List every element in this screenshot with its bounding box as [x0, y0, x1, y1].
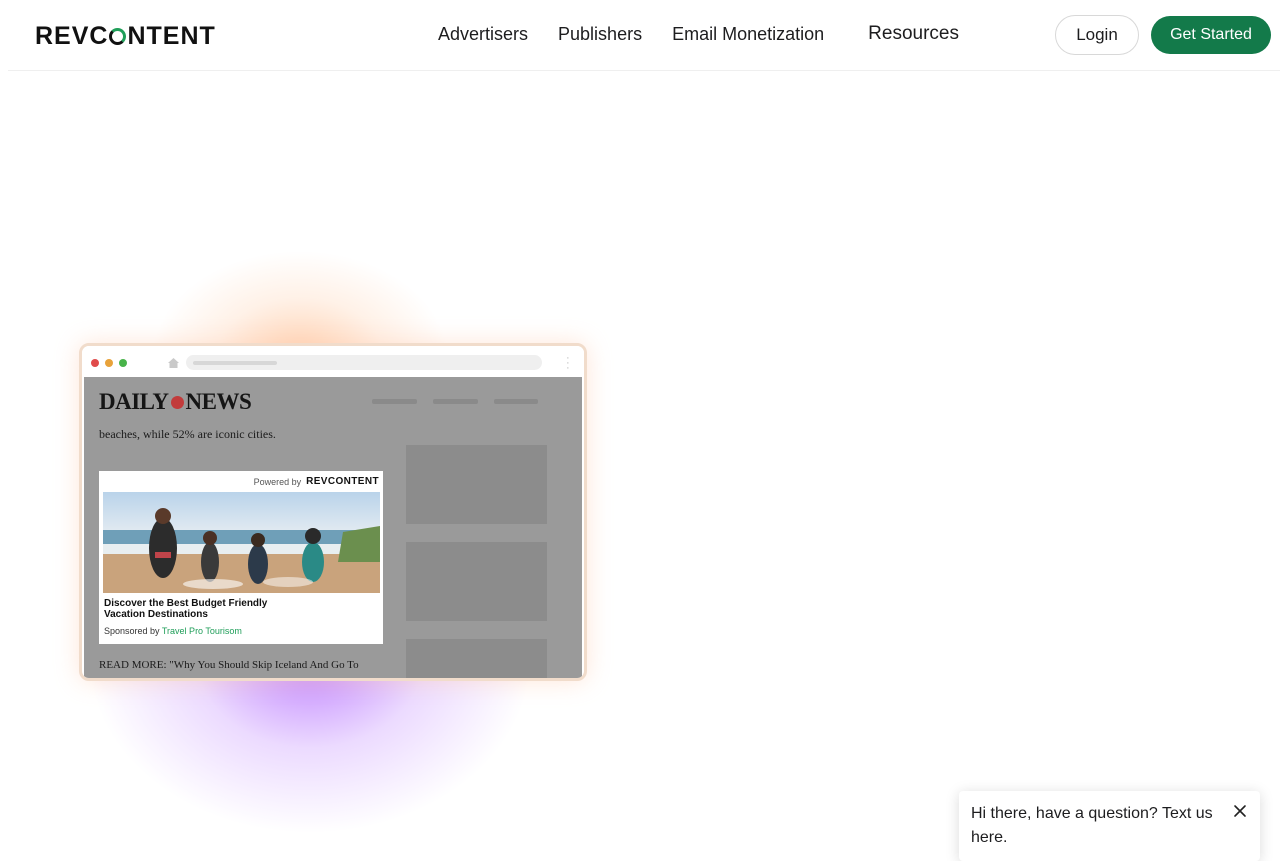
url-bar	[186, 355, 542, 370]
article-snippet: beaches, while 52% are iconic cities.	[99, 427, 276, 441]
logo-text-left: REVC	[35, 22, 109, 50]
more-options-icon: · · ·	[566, 352, 570, 374]
browser-toolbar: · · ·	[82, 346, 584, 377]
menu-placeholder-1	[372, 399, 417, 404]
powered-by-brand: REVCONTENT	[306, 476, 379, 487]
ad-sponsor: Sponsored by Travel Pro Tourisom	[104, 626, 242, 636]
close-icon[interactable]	[1232, 803, 1248, 819]
home-icon	[168, 358, 179, 368]
nav-advertisers[interactable]: Advertisers	[438, 24, 528, 45]
window-close-dot	[91, 359, 99, 367]
logo-text-right: NTENT	[127, 22, 216, 50]
chat-message[interactable]: Hi there, have a question? Text us here.	[971, 802, 1221, 850]
ad-headline: Discover the Best Budget Friendly Vacati…	[104, 598, 268, 620]
sponsored-ad-card: Powered by REVCONTENT Discover the Best …	[99, 471, 383, 644]
daily-news-logo: DAILY NEWS	[99, 389, 252, 415]
login-button[interactable]: Login	[1055, 15, 1139, 55]
nav-publishers[interactable]: Publishers	[558, 24, 642, 45]
menu-placeholder-3	[494, 399, 538, 404]
sidebar-ad-placeholder-1	[406, 445, 547, 524]
browser-mockup: · · · DAILY NEWS beaches, while 52% are ico…	[79, 343, 587, 681]
nav-email-monetization[interactable]: Email Monetization	[672, 24, 824, 45]
webpage-content: DAILY NEWS beaches, while 52% are iconic …	[84, 377, 582, 678]
logo-o-icon	[109, 28, 127, 45]
sponsor-name: Travel Pro Tourisom	[161, 626, 242, 636]
chat-widget[interactable]: Hi there, have a question? Text us here.	[959, 791, 1260, 861]
sidebar-ad-placeholder-3	[406, 639, 547, 678]
main-nav: Advertisers Publishers Email Monetizatio…	[438, 23, 989, 45]
daily-news-badge-icon	[170, 395, 184, 409]
revcontent-logo[interactable]: REVC NTENT	[35, 22, 216, 51]
site-header: REVC NTENT Advertisers Publishers Email M…	[8, 0, 1280, 71]
nav-resources[interactable]: Resources	[868, 23, 959, 45]
get-started-button[interactable]: Get Started	[1151, 16, 1271, 54]
menu-placeholder-2	[433, 399, 478, 404]
powered-by: Powered by REVCONTENT	[254, 476, 379, 487]
powered-by-label: Powered by	[253, 476, 302, 487]
window-maximize-dot	[119, 359, 127, 367]
sidebar-ad-placeholder-2	[406, 542, 547, 621]
daily-news-logo-left: DAILY	[99, 389, 169, 414]
read-more-link: READ MORE: "Why You Should Skip Iceland …	[99, 659, 359, 671]
beach-photo	[103, 492, 380, 593]
daily-news-logo-right: NEWS	[185, 389, 252, 414]
window-minimize-dot	[105, 359, 113, 367]
sponsored-by-label: Sponsored by	[104, 626, 160, 636]
